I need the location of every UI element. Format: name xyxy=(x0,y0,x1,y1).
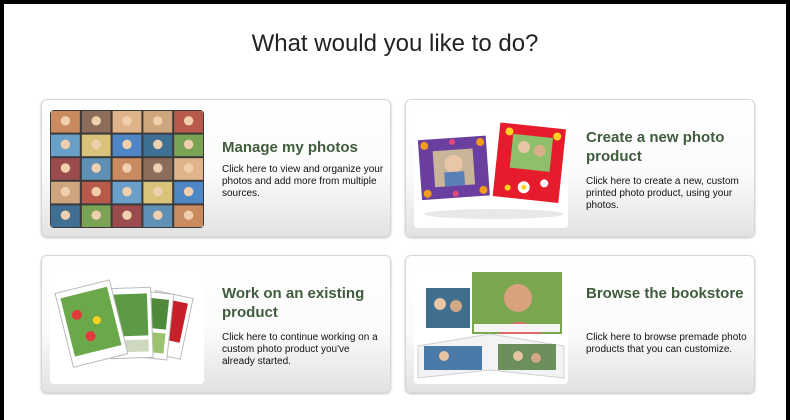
page-title: What would you like to do? xyxy=(251,30,539,57)
photo-book-icon xyxy=(414,266,568,384)
card-description: Click here to create a new, custom print… xyxy=(586,176,739,211)
card-heading: Create a new photo product xyxy=(586,129,725,165)
photo-frames-icon xyxy=(414,110,568,228)
photo-cards-icon xyxy=(50,266,204,384)
card-description: Click here to view and organize your pho… xyxy=(222,164,384,199)
photo-collage-icon xyxy=(50,110,204,228)
card-description: Click here to browse premade photo produ… xyxy=(586,332,747,355)
existing-product-card[interactable]: Work on an existing product Click here t… xyxy=(41,255,391,393)
manage-photos-card[interactable]: Manage my photos Click here to view and … xyxy=(41,99,391,237)
card-heading: Work on an existing product xyxy=(222,285,365,321)
card-heading: Browse the bookstore xyxy=(586,285,744,302)
page-frame: What would you like to do? Manage my pho… xyxy=(0,0,790,420)
bookstore-card[interactable]: Browse the bookstore Click here to brows… xyxy=(405,255,755,393)
card-description: Click here to continue working on a cust… xyxy=(222,332,378,367)
create-product-card[interactable]: Create a new photo product Click here to… xyxy=(405,99,755,237)
card-heading: Manage my photos xyxy=(222,139,358,156)
